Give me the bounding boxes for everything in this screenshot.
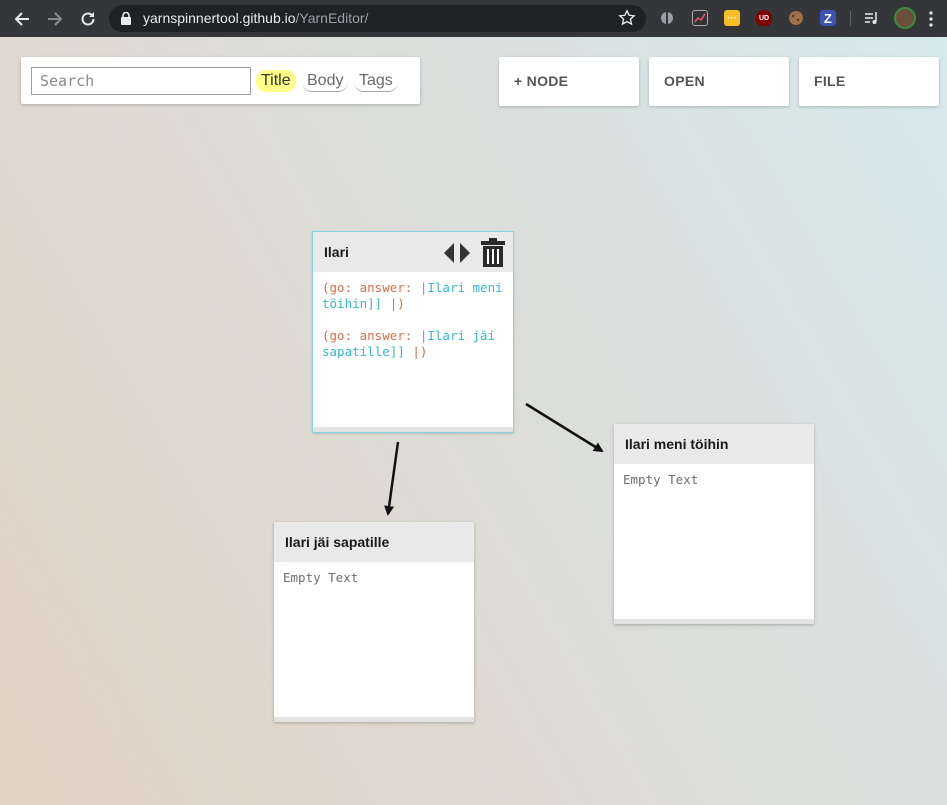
- toolbar-divider: [850, 11, 851, 26]
- node-title: Ilari: [324, 244, 349, 260]
- zotero-extension-icon[interactable]: Z: [820, 10, 836, 26]
- media-control-icon[interactable]: [864, 10, 880, 26]
- node-header[interactable]: Ilari jäi sapatille: [274, 522, 474, 562]
- connection-arrow-to-jai: [384, 441, 400, 516]
- profile-avatar[interactable]: [894, 7, 916, 29]
- node-ilari-jai-sapatille[interactable]: Ilari jäi sapatille Empty Text: [274, 522, 474, 722]
- node-body-line: (go: answer: |Ilari jäi sapatille]] |): [322, 328, 496, 359]
- node-ilari-meni-toihin[interactable]: Ilari meni töihin Empty Text: [614, 424, 814, 624]
- ublock-icon[interactable]: UD: [756, 10, 772, 26]
- back-icon[interactable]: [11, 8, 33, 30]
- node-body-line: (go: answer: |Ilari meni töihin]] |): [322, 280, 503, 311]
- chart-extension-icon[interactable]: [692, 10, 708, 26]
- node-body: (go: answer: |Ilari meni töihin]] |) (go…: [322, 280, 505, 376]
- url-text: yarnspinnertool.github.io/YarnEditor/: [143, 10, 369, 26]
- node-header[interactable]: Ilari: [313, 232, 513, 272]
- reload-icon[interactable]: [77, 8, 99, 30]
- node-resize-bar: [313, 427, 513, 432]
- forward-icon[interactable]: [44, 8, 66, 30]
- yarn-editor-canvas[interactable]: Title Body Tags + NODE OPEN FILE Ilari (…: [0, 37, 947, 805]
- address-bar[interactable]: yarnspinnertool.github.io/YarnEditor/: [109, 5, 646, 32]
- node-header[interactable]: Ilari meni töihin: [614, 424, 814, 464]
- connection-arrow-to-meni: [525, 402, 604, 453]
- node-ilari[interactable]: Ilari (go: answer: |Ilari meni töihin]] …: [312, 231, 514, 433]
- bookmark-star-icon[interactable]: [618, 9, 636, 32]
- notes-extension-icon[interactable]: ···: [724, 10, 740, 26]
- lock-icon: [121, 11, 131, 30]
- extension-icon[interactable]: [659, 10, 675, 26]
- more-menu-icon[interactable]: [920, 8, 942, 30]
- cookie-extension-icon[interactable]: [788, 10, 804, 26]
- node-title: Ilari meni töihin: [625, 436, 729, 452]
- node-body: Empty Text: [283, 570, 359, 585]
- node-body: Empty Text: [623, 472, 699, 487]
- node-resize-bar: [614, 619, 814, 624]
- node-resize-bar: [274, 717, 474, 722]
- delete-node-icon[interactable]: [480, 238, 506, 273]
- browser-toolbar: yarnspinnertool.github.io/YarnEditor/ ··…: [0, 0, 947, 37]
- color-cycle-icon[interactable]: [443, 242, 471, 269]
- node-title: Ilari jäi sapatille: [285, 534, 390, 550]
